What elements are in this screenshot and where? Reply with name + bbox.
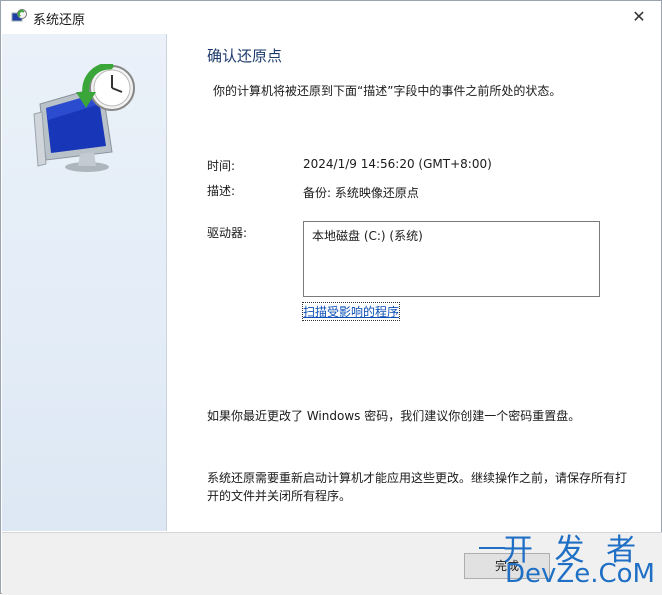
- drive-label: 驱动器:: [207, 226, 248, 240]
- drive-list[interactable]: 本地磁盘 (C:) (系统): [303, 221, 600, 297]
- time-value: 2024/1/9 14:56:20 (GMT+8:00): [303, 157, 492, 171]
- sidebar-panel: [2, 34, 167, 531]
- desc-value: 备份: 系统映像还原点: [303, 186, 419, 200]
- watermark-bottom: DevZe.CoM: [505, 559, 655, 589]
- desc-label: 描述:: [207, 184, 236, 198]
- drive-item[interactable]: 本地磁盘 (C:) (系统): [312, 227, 591, 244]
- close-icon: ✕: [632, 7, 646, 26]
- restore-description: 你的计算机将被还原到下面“描述”字段中的事件之前所处的状态。: [213, 84, 562, 98]
- system-restore-icon: [11, 9, 27, 22]
- page-title: 确认还原点: [207, 47, 283, 65]
- watermark-line: [479, 547, 505, 549]
- restart-note: 系统还原需要重新启动计算机才能应用这些更改。继续操作之前，请保存所有打开的文件并…: [207, 471, 628, 503]
- restore-monitor-clock-icon: [33, 64, 135, 172]
- window-title: 系统还原: [33, 13, 86, 28]
- scan-affected-programs-link[interactable]: 扫描受影响的程序: [301, 302, 401, 321]
- time-label: 时间:: [207, 159, 236, 173]
- password-note: 如果你最近更改了 Windows 密码，我们建议你创建一个密码重置盘。: [207, 409, 581, 423]
- main-content: 确认还原点 你的计算机将被还原到下面“描述”字段中的事件之前所处的状态。 时间:…: [167, 34, 661, 531]
- close-button[interactable]: ✕: [617, 1, 661, 33]
- system-restore-window: 系统还原 ✕ 确认还原点 你的计算机将被还原到下面“描述”字段中的事件之前所处的…: [0, 0, 662, 595]
- watermark: 开 发 者 DevZe.CoM: [479, 525, 662, 595]
- title-bar: 系统还原 ✕: [1, 1, 661, 33]
